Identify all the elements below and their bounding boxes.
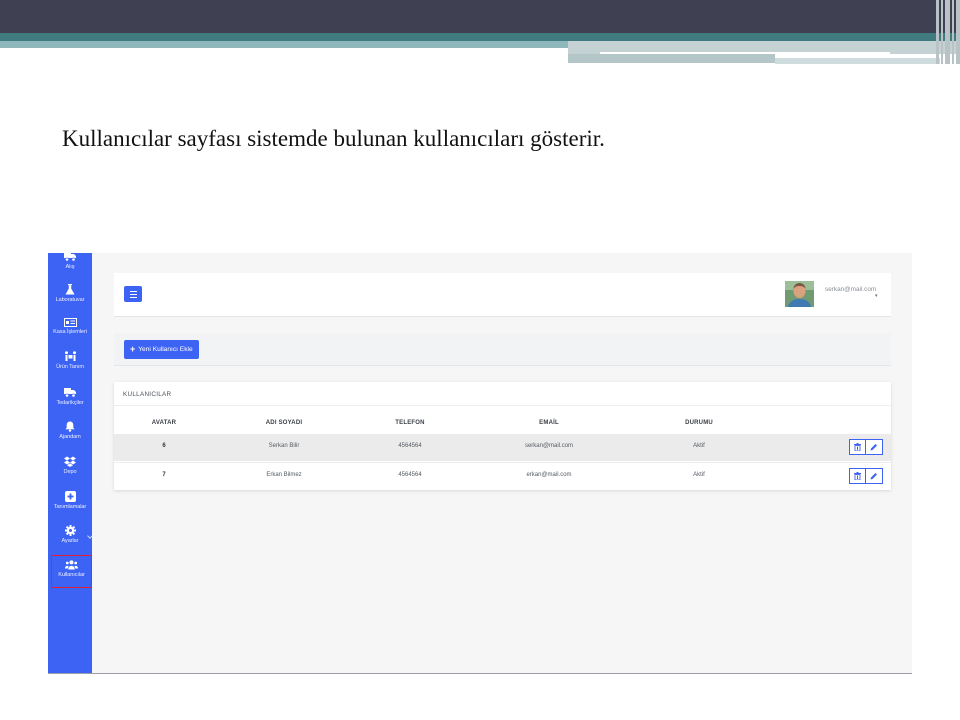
flask-icon — [65, 284, 75, 295]
edit-button[interactable] — [866, 468, 883, 484]
column-header-email: EMAİL — [539, 420, 559, 426]
sidebar-item-label: Laboratuvar — [55, 297, 85, 303]
plus-icon: + — [130, 344, 136, 354]
slide-header-band — [0, 0, 960, 33]
delete-button[interactable] — [849, 468, 866, 484]
action-bar: + Yeni Kullanıcı Ekle — [114, 333, 891, 366]
hamburger-icon — [129, 290, 137, 292]
sidebar-item-label: Ayarlar — [61, 538, 79, 544]
trash-icon — [854, 443, 861, 451]
pencil-icon — [870, 444, 877, 451]
sidebar-item-label: Tanımlamalar — [53, 504, 87, 510]
pencil-icon — [870, 473, 877, 480]
sidebar-item-kasa-islemleri[interactable]: Kasa İşlemleri — [48, 318, 92, 335]
cell-status: Aktif — [693, 443, 705, 449]
cell-email: erkan@mail.com — [526, 472, 572, 478]
edit-button[interactable] — [866, 439, 883, 455]
top-navbar: serkan@mail.com ▾ — [114, 273, 891, 317]
sidebar-item-label: Kullanıcılar — [58, 572, 85, 578]
card-title: KULLANICILAR — [123, 391, 172, 398]
plus-square-icon — [64, 491, 76, 502]
cell-name: Serkan Bilir — [268, 443, 300, 449]
app-screenshot: Alış Laboratuvar Kasa İşlemleri Ürün Tan… — [48, 253, 912, 674]
table-row[interactable]: 7 Erkan Bilmez 4564564 erkan@mail.com Ak… — [114, 462, 891, 489]
dropbox-icon — [64, 456, 76, 467]
user-email[interactable]: serkan@mail.com — [825, 286, 876, 293]
delete-button[interactable] — [849, 439, 866, 455]
slide-header-stripe-light — [0, 41, 568, 48]
cell-avatar: 7 — [162, 472, 166, 478]
add-user-button[interactable]: + Yeni Kullanıcı Ekle — [124, 340, 199, 359]
slide-corner-bars — [930, 0, 960, 64]
sidebar-item-label: Tedarikçiler — [56, 400, 84, 406]
avatar[interactable] — [785, 281, 814, 307]
sidebar-item-label: Ürün Tanım — [56, 364, 84, 370]
row-actions — [849, 468, 883, 484]
cell-phone: 4564564 — [398, 472, 422, 478]
cell-avatar: 6 — [162, 443, 166, 449]
column-header-avatar: AVATAR — [151, 420, 177, 426]
sidebar-item-alis[interactable]: Alış — [48, 253, 92, 270]
sidebar-item-ayarlar[interactable]: Ayarlar — [48, 525, 92, 544]
sidebar-item-tanimlamalar[interactable]: Tanımlamalar — [48, 491, 92, 510]
money-icon — [63, 318, 77, 327]
sidebar-item-ajandam[interactable]: Ajandam — [48, 421, 92, 440]
sidebar-item-urun-tanim[interactable]: Ürün Tanım — [48, 351, 92, 370]
column-header-status: DURUMU — [685, 420, 713, 426]
row-actions — [849, 439, 883, 455]
sidebar-item-kullanicilar[interactable]: Kullanıcılar — [51, 555, 92, 588]
truck-icon — [64, 253, 76, 262]
add-user-label: Yeni Kullanıcı Ekle — [138, 346, 193, 353]
users-icon — [65, 560, 78, 570]
cell-phone: 4564564 — [398, 443, 422, 449]
column-header-phone: TELEFON — [395, 420, 425, 426]
users-card: KULLANICILAR AVATAR ADI SOYADI TELEFON E… — [114, 382, 891, 490]
bell-icon — [65, 421, 75, 432]
gear-icon — [64, 525, 76, 536]
cell-name: Erkan Bilmez — [266, 472, 302, 478]
sidebar: Alış Laboratuvar Kasa İşlemleri Ürün Tan… — [48, 253, 93, 673]
chevron-down-icon[interactable]: ▾ — [875, 293, 878, 299]
trash-icon — [854, 472, 861, 480]
slide-header-stripe-right-2 — [568, 54, 775, 63]
sidebar-item-label: Kasa İşlemleri — [53, 329, 87, 335]
sidebar-item-laboratuvar[interactable]: Laboratuvar — [48, 284, 92, 303]
truck-icon — [64, 388, 76, 398]
people-carry-icon — [64, 351, 76, 361]
cell-status: Aktif — [693, 472, 705, 478]
sidebar-item-label: Ajandam — [59, 434, 81, 440]
table-row[interactable]: 6 Serkan Bilir 4564564 serkan@mail.com A… — [114, 434, 891, 461]
slide-header-stripe-right-3 — [775, 58, 940, 64]
cell-email: serkan@mail.com — [524, 443, 574, 449]
user-photo — [785, 281, 814, 307]
sidebar-toggle-button[interactable] — [124, 286, 142, 302]
column-header-name: ADI SOYADI — [265, 420, 303, 426]
slide-caption: Kullanıcılar sayfası sistemde bulunan ku… — [62, 126, 605, 151]
sidebar-item-label: Alış — [65, 264, 75, 270]
sidebar-item-depo[interactable]: Depo — [48, 456, 92, 475]
main-content: serkan@mail.com ▾ + Yeni Kullanıcı Ekle … — [92, 253, 912, 673]
slide-header-stripe — [0, 33, 960, 41]
sidebar-item-tedarikciler[interactable]: Tedarikçiler — [48, 387, 92, 406]
divider — [114, 405, 891, 406]
sidebar-item-label: Depo — [63, 469, 77, 475]
